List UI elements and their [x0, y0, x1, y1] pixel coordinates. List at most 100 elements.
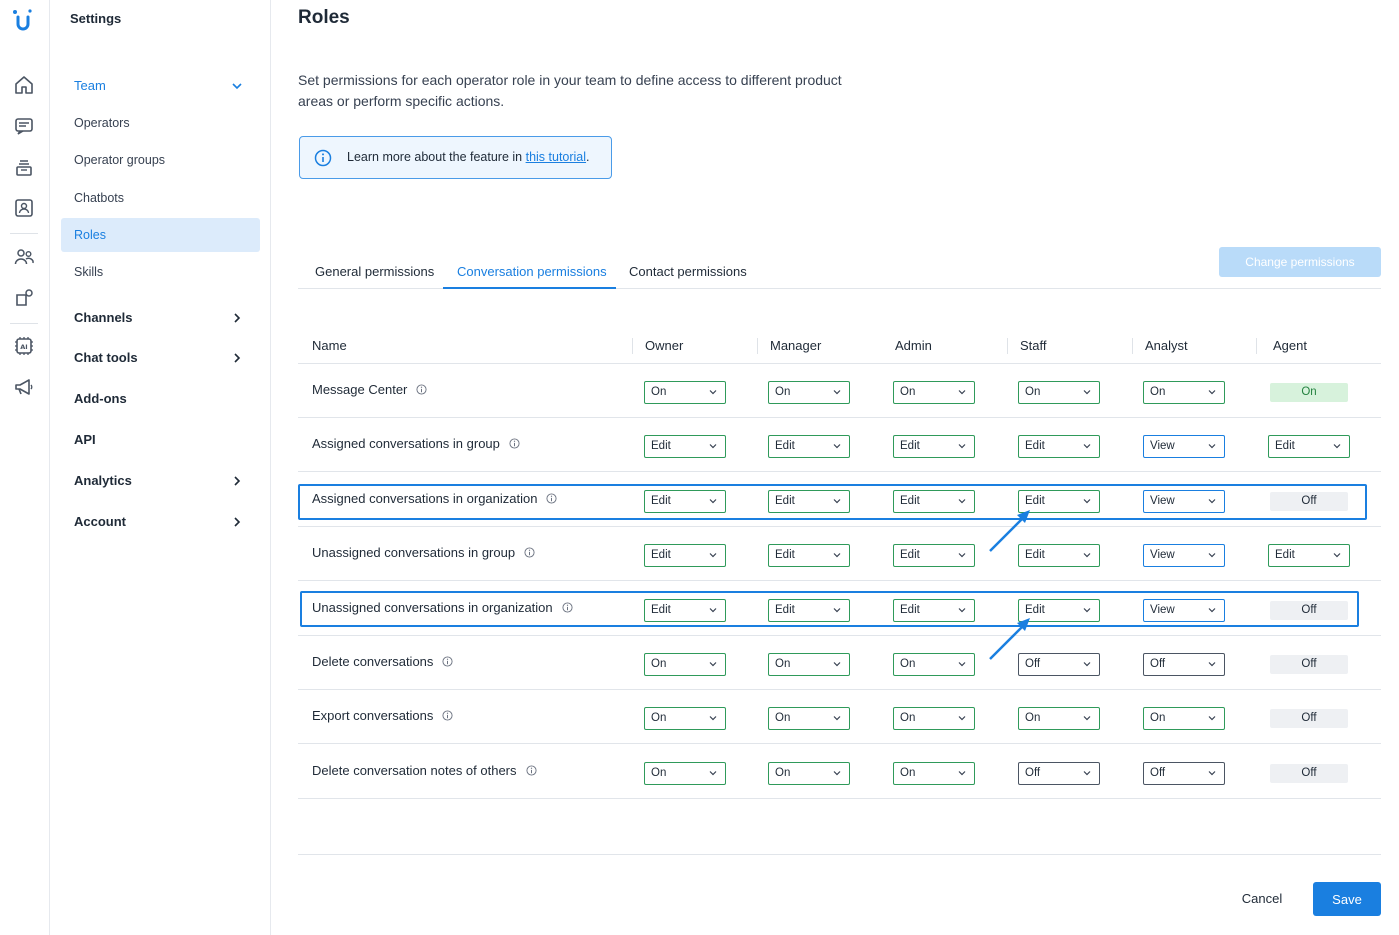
permission-badge: Off: [1270, 655, 1348, 674]
sidebar-item-skills[interactable]: Skills: [74, 265, 103, 279]
tab-conversation-permissions[interactable]: Conversation permissions: [457, 264, 607, 279]
permission-dropdown[interactable]: On: [1018, 707, 1100, 730]
permission-dropdown[interactable]: View: [1143, 544, 1225, 567]
tutorial-link[interactable]: this tutorial: [526, 150, 586, 164]
chevron-down-icon: [709, 716, 717, 721]
chevron-down-icon: [709, 553, 717, 558]
permission-dropdown[interactable]: Edit: [1268, 435, 1350, 458]
permission-dropdown[interactable]: On: [644, 707, 726, 730]
info-icon[interactable]: [442, 656, 453, 667]
permission-dropdown[interactable]: On: [1143, 381, 1225, 404]
integrations-icon[interactable]: [13, 287, 35, 309]
chevron-down-icon: [958, 771, 966, 776]
ai-icon[interactable]: AI: [13, 335, 35, 357]
permission-dropdown[interactable]: On: [1018, 381, 1100, 404]
row-name: Assigned conversations in group: [312, 436, 520, 451]
permission-dropdown[interactable]: Off: [1018, 762, 1100, 785]
chevron-down-icon: [833, 444, 841, 449]
sidebar-group-chat-tools[interactable]: Chat tools: [74, 350, 138, 365]
permission-dropdown[interactable]: Edit: [893, 544, 975, 567]
sidebar-group-channels[interactable]: Channels: [74, 310, 133, 325]
permission-dropdown[interactable]: On: [768, 707, 850, 730]
chevron-down-icon: [1208, 444, 1216, 449]
table-row: Message Center On On On On On On: [298, 364, 1381, 418]
permission-dropdown[interactable]: On: [644, 762, 726, 785]
permission-dropdown[interactable]: On: [893, 707, 975, 730]
permission-dropdown[interactable]: On: [1143, 707, 1225, 730]
permission-dropdown[interactable]: On: [768, 381, 850, 404]
app-logo-icon[interactable]: [10, 8, 36, 34]
permission-badge: On: [1270, 383, 1348, 402]
annotation-arrow-icon: [989, 618, 1030, 660]
footer-divider: [298, 854, 1381, 855]
page-description: Set permissions for each operator role i…: [298, 72, 842, 109]
sidebar-item-chatbots[interactable]: Chatbots: [74, 191, 124, 205]
chevron-down-icon: [1208, 390, 1216, 395]
chevron-right-icon[interactable]: [231, 352, 243, 364]
sidebar-group-team[interactable]: Team: [74, 78, 106, 93]
sidebar-group-account[interactable]: Account: [74, 514, 126, 529]
chevron-down-icon: [833, 662, 841, 667]
info-icon[interactable]: [525, 765, 537, 776]
table-row: Export conversations On On On On On Off: [298, 690, 1381, 744]
info-icon[interactable]: [442, 710, 453, 721]
team-icon[interactable]: [13, 246, 35, 268]
permission-dropdown[interactable]: Edit: [644, 544, 726, 567]
permission-dropdown[interactable]: Edit: [768, 435, 850, 458]
permission-dropdown[interactable]: On: [893, 653, 975, 676]
chevron-right-icon[interactable]: [231, 475, 243, 487]
permission-dropdown[interactable]: On: [644, 381, 726, 404]
permission-dropdown[interactable]: Edit: [768, 544, 850, 567]
permission-dropdown[interactable]: Edit: [1268, 544, 1350, 567]
contacts-icon[interactable]: [13, 197, 35, 219]
info-icon[interactable]: [524, 547, 535, 558]
sidebar-group-api[interactable]: API: [74, 432, 96, 447]
sidebar-item-operators[interactable]: Operators: [74, 116, 130, 130]
permission-dropdown[interactable]: On: [893, 762, 975, 785]
column-header-staff: Staff: [1020, 338, 1047, 353]
home-icon[interactable]: [13, 74, 35, 96]
info-icon[interactable]: [509, 438, 520, 449]
chevron-down-icon: [1083, 553, 1091, 558]
permission-dropdown[interactable]: Edit: [644, 435, 726, 458]
chevron-down-icon: [958, 553, 966, 558]
table-row: Delete conversation notes of others On On O…: [298, 745, 1381, 799]
permission-dropdown[interactable]: Edit: [1018, 435, 1100, 458]
permission-dropdown[interactable]: On: [893, 381, 975, 404]
chevron-down-icon[interactable]: [231, 80, 243, 92]
permission-dropdown[interactable]: Edit: [893, 435, 975, 458]
permission-dropdown[interactable]: View: [1143, 435, 1225, 458]
sidebar-item-roles[interactable]: Roles: [74, 228, 106, 242]
permission-dropdown[interactable]: On: [768, 653, 850, 676]
permission-dropdown[interactable]: On: [644, 653, 726, 676]
chevron-down-icon: [1208, 553, 1216, 558]
sidebar-item-operator-groups[interactable]: Operator groups: [74, 153, 165, 167]
permission-dropdown[interactable]: Off: [1143, 653, 1225, 676]
sidebar-group-addons[interactable]: Add-ons: [74, 391, 127, 406]
permission-dropdown[interactable]: Off: [1143, 762, 1225, 785]
chevron-down-icon: [833, 390, 841, 395]
sidebar-group-analytics[interactable]: Analytics: [74, 473, 132, 488]
permission-badge: Off: [1270, 709, 1348, 728]
row-name: Message Center: [312, 382, 427, 397]
megaphone-icon[interactable]: [13, 376, 35, 398]
inbox-icon[interactable]: [13, 156, 35, 178]
info-icon[interactable]: [416, 384, 427, 395]
tab-general-permissions[interactable]: General permissions: [315, 264, 434, 279]
permission-dropdown[interactable]: On: [768, 762, 850, 785]
sidebar-title: Settings: [70, 11, 122, 26]
chevron-down-icon: [709, 390, 717, 395]
save-button[interactable]: Save: [1313, 882, 1381, 916]
cancel-button[interactable]: Cancel: [1230, 882, 1294, 915]
chevron-right-icon[interactable]: [231, 312, 243, 324]
chat-icon[interactable]: [13, 115, 35, 137]
chevron-right-icon[interactable]: [231, 516, 243, 528]
page-title: Roles: [298, 7, 350, 28]
chevron-down-icon: [833, 716, 841, 721]
tab-contact-permissions[interactable]: Contact permissions: [629, 264, 747, 279]
column-header-analyst: Analyst: [1145, 338, 1188, 353]
row-name: Delete conversation notes of others: [312, 763, 537, 778]
highlight-box: [298, 484, 1367, 520]
chevron-down-icon: [1208, 716, 1216, 721]
row-name: Delete conversations: [312, 654, 453, 669]
